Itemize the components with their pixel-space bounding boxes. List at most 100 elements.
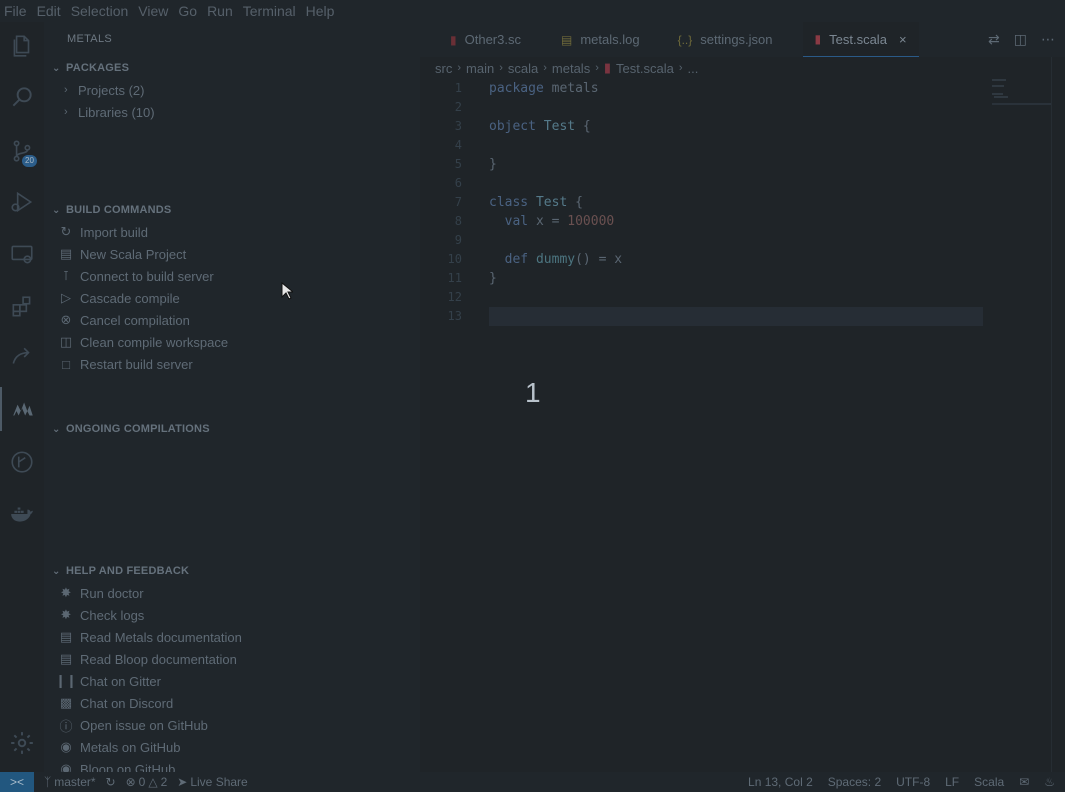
help-header-label: HELP AND FEEDBACK bbox=[66, 565, 190, 577]
command-label: New Scala Project bbox=[80, 246, 187, 262]
issue-icon: ⓘ bbox=[59, 718, 73, 734]
encoding[interactable]: UTF-8 bbox=[896, 775, 930, 789]
end-of-line[interactable]: LF bbox=[945, 775, 959, 789]
live-share-icon: ➤ bbox=[177, 775, 188, 789]
check-logs-command[interactable]: ✸ Check logs bbox=[44, 604, 420, 626]
book-icon: ▤ bbox=[59, 629, 73, 644]
more-actions-icon[interactable]: ⋯ bbox=[1041, 31, 1055, 48]
cursor-position[interactable]: Ln 13, Col 2 bbox=[748, 775, 813, 789]
bell-icon[interactable]: ♨ bbox=[1044, 775, 1055, 789]
gitlens-icon[interactable] bbox=[0, 440, 44, 484]
chat-discord-command[interactable]: ▩ Chat on Discord bbox=[44, 692, 420, 714]
stop-square-icon: □ bbox=[62, 356, 70, 372]
tab-metals-log[interactable]: ▤ metals.log bbox=[533, 22, 652, 57]
command-label: Import build bbox=[80, 224, 148, 240]
tab-other3[interactable]: ▮ Other3.sc bbox=[420, 22, 533, 57]
editor-scrollbar[interactable] bbox=[1051, 57, 1065, 772]
live-share-status[interactable]: ➤ Live Share bbox=[177, 775, 247, 789]
warning-icon: △ bbox=[148, 775, 158, 789]
live-share-icon[interactable] bbox=[0, 335, 44, 379]
branch-indicator[interactable]: ᛉ master* bbox=[44, 775, 96, 789]
run-doctor-command[interactable]: ✸ Run doctor bbox=[44, 582, 420, 604]
menu-run[interactable]: Run bbox=[207, 3, 233, 19]
run-debug-icon[interactable] bbox=[0, 180, 44, 224]
discord-icon: ▩ bbox=[59, 695, 73, 710]
tree-item-libraries[interactable]: › Libraries (10) bbox=[44, 101, 420, 123]
menu-help[interactable]: Help bbox=[306, 3, 335, 19]
command-label: Open issue on GitHub bbox=[80, 717, 208, 733]
menu-file[interactable]: File bbox=[4, 3, 27, 19]
menu-view[interactable]: View bbox=[138, 3, 168, 19]
read-metals-docs-command[interactable]: ▤ Read Metals documentation bbox=[44, 626, 420, 648]
packages-section-header[interactable]: ⌄ PACKAGES bbox=[44, 57, 420, 79]
tab-test-scala[interactable]: ▮ Test.scala × bbox=[802, 22, 919, 57]
menu-terminal[interactable]: Terminal bbox=[243, 3, 296, 19]
tree-item-label: Projects (2) bbox=[78, 82, 145, 98]
breadcrumb-item[interactable]: Test.scala bbox=[616, 61, 674, 76]
breadcrumb-item[interactable]: src bbox=[435, 61, 452, 76]
breadcrumb-item[interactable]: metals bbox=[552, 61, 590, 76]
breadcrumb: src › main › scala › metals › ▮ Test.scala › … bbox=[435, 60, 699, 76]
tab-settings-json[interactable]: {..} settings.json bbox=[652, 22, 785, 57]
read-bloop-docs-command[interactable]: ▤ Read Bloop documentation bbox=[44, 648, 420, 670]
refresh-icon: ↻ bbox=[60, 224, 72, 239]
restart-build-server-command[interactable]: □ Restart build server bbox=[44, 353, 420, 375]
breadcrumb-item[interactable]: ... bbox=[688, 61, 699, 76]
indentation[interactable]: Spaces: 2 bbox=[828, 775, 881, 789]
breadcrumb-item[interactable]: scala bbox=[508, 61, 538, 76]
chevron-down-icon: ⌄ bbox=[52, 423, 61, 435]
metals-icon[interactable] bbox=[0, 387, 44, 431]
build-header-label: BUILD COMMANDS bbox=[66, 204, 172, 216]
command-label: Run doctor bbox=[80, 585, 144, 601]
scala-icon: ▮ bbox=[450, 32, 457, 47]
github-icon: ◉ bbox=[60, 739, 72, 754]
bloop-github-command[interactable]: ◉ Bloop on GitHub bbox=[44, 758, 420, 772]
close-icon[interactable]: × bbox=[899, 32, 907, 47]
open-issue-github-command[interactable]: ⓘ Open issue on GitHub bbox=[44, 714, 420, 736]
docker-icon[interactable] bbox=[0, 492, 44, 536]
menu-edit[interactable]: Edit bbox=[37, 3, 61, 19]
cancel-compilation-command[interactable]: ⊗ Cancel compilation bbox=[44, 309, 420, 331]
bug-icon: ✸ bbox=[60, 607, 72, 622]
explorer-icon[interactable] bbox=[0, 24, 44, 68]
breadcrumb-item[interactable]: main bbox=[466, 61, 494, 76]
import-build-command[interactable]: ↻ Import build bbox=[44, 221, 420, 243]
error-count: 0 bbox=[138, 775, 146, 789]
gear-icon[interactable] bbox=[0, 721, 44, 765]
cancel-circle-icon: ⊗ bbox=[60, 312, 72, 327]
help-feedback-section-header[interactable]: ⌄ HELP AND FEEDBACK bbox=[44, 560, 420, 582]
line-number: 7 bbox=[454, 195, 462, 209]
packages-header-label: PACKAGES bbox=[66, 62, 130, 74]
command-label: Metals on GitHub bbox=[80, 739, 181, 755]
git-branch-icon: ᛉ bbox=[44, 775, 52, 789]
problems-indicator[interactable]: ⊗ 0 △ 2 bbox=[126, 775, 168, 789]
connect-build-server-command[interactable]: ⊺ Connect to build server bbox=[44, 265, 420, 287]
extensions-icon[interactable] bbox=[0, 285, 44, 329]
language-mode[interactable]: Scala bbox=[974, 775, 1004, 789]
menu-selection[interactable]: Selection bbox=[71, 3, 129, 19]
menu-go[interactable]: Go bbox=[178, 3, 197, 19]
feedback-icon[interactable]: ✉ bbox=[1019, 775, 1029, 789]
chat-gitter-command[interactable]: ❙❙ Chat on Gitter bbox=[44, 670, 420, 692]
step-number-overlay: 1 bbox=[525, 377, 541, 408]
command-label: Check logs bbox=[80, 607, 145, 623]
split-editor-icon[interactable]: ◫ bbox=[1014, 31, 1027, 48]
line-number: 13 bbox=[447, 309, 462, 323]
trash-icon: ◫ bbox=[59, 334, 73, 349]
remote-indicator-icon[interactable]: >< bbox=[0, 772, 34, 792]
ongoing-compilations-section-header[interactable]: ⌄ ONGOING COMPILATIONS bbox=[44, 418, 420, 440]
sync-icon[interactable]: ↻ bbox=[106, 775, 116, 789]
minimap[interactable] bbox=[992, 79, 1052, 109]
remote-explorer-icon[interactable] bbox=[0, 232, 44, 276]
cascade-compile-command[interactable]: ▷ Cascade compile bbox=[44, 287, 420, 309]
command-label: Cancel compilation bbox=[80, 312, 190, 328]
compare-icon[interactable]: ⇄ bbox=[988, 31, 1000, 48]
metals-github-command[interactable]: ◉ Metals on GitHub bbox=[44, 736, 420, 758]
build-commands-section-header[interactable]: ⌄ BUILD COMMANDS bbox=[44, 199, 420, 221]
clean-compile-workspace-command[interactable]: ◫ Clean compile workspace bbox=[44, 331, 420, 353]
new-scala-project-command[interactable]: ▤ New Scala Project bbox=[44, 243, 420, 265]
ongoing-header-label: ONGOING COMPILATIONS bbox=[66, 423, 210, 435]
search-icon[interactable] bbox=[0, 75, 44, 119]
tree-item-projects[interactable]: › Projects (2) bbox=[44, 79, 420, 101]
source-control-icon[interactable]: 20 bbox=[0, 129, 44, 173]
